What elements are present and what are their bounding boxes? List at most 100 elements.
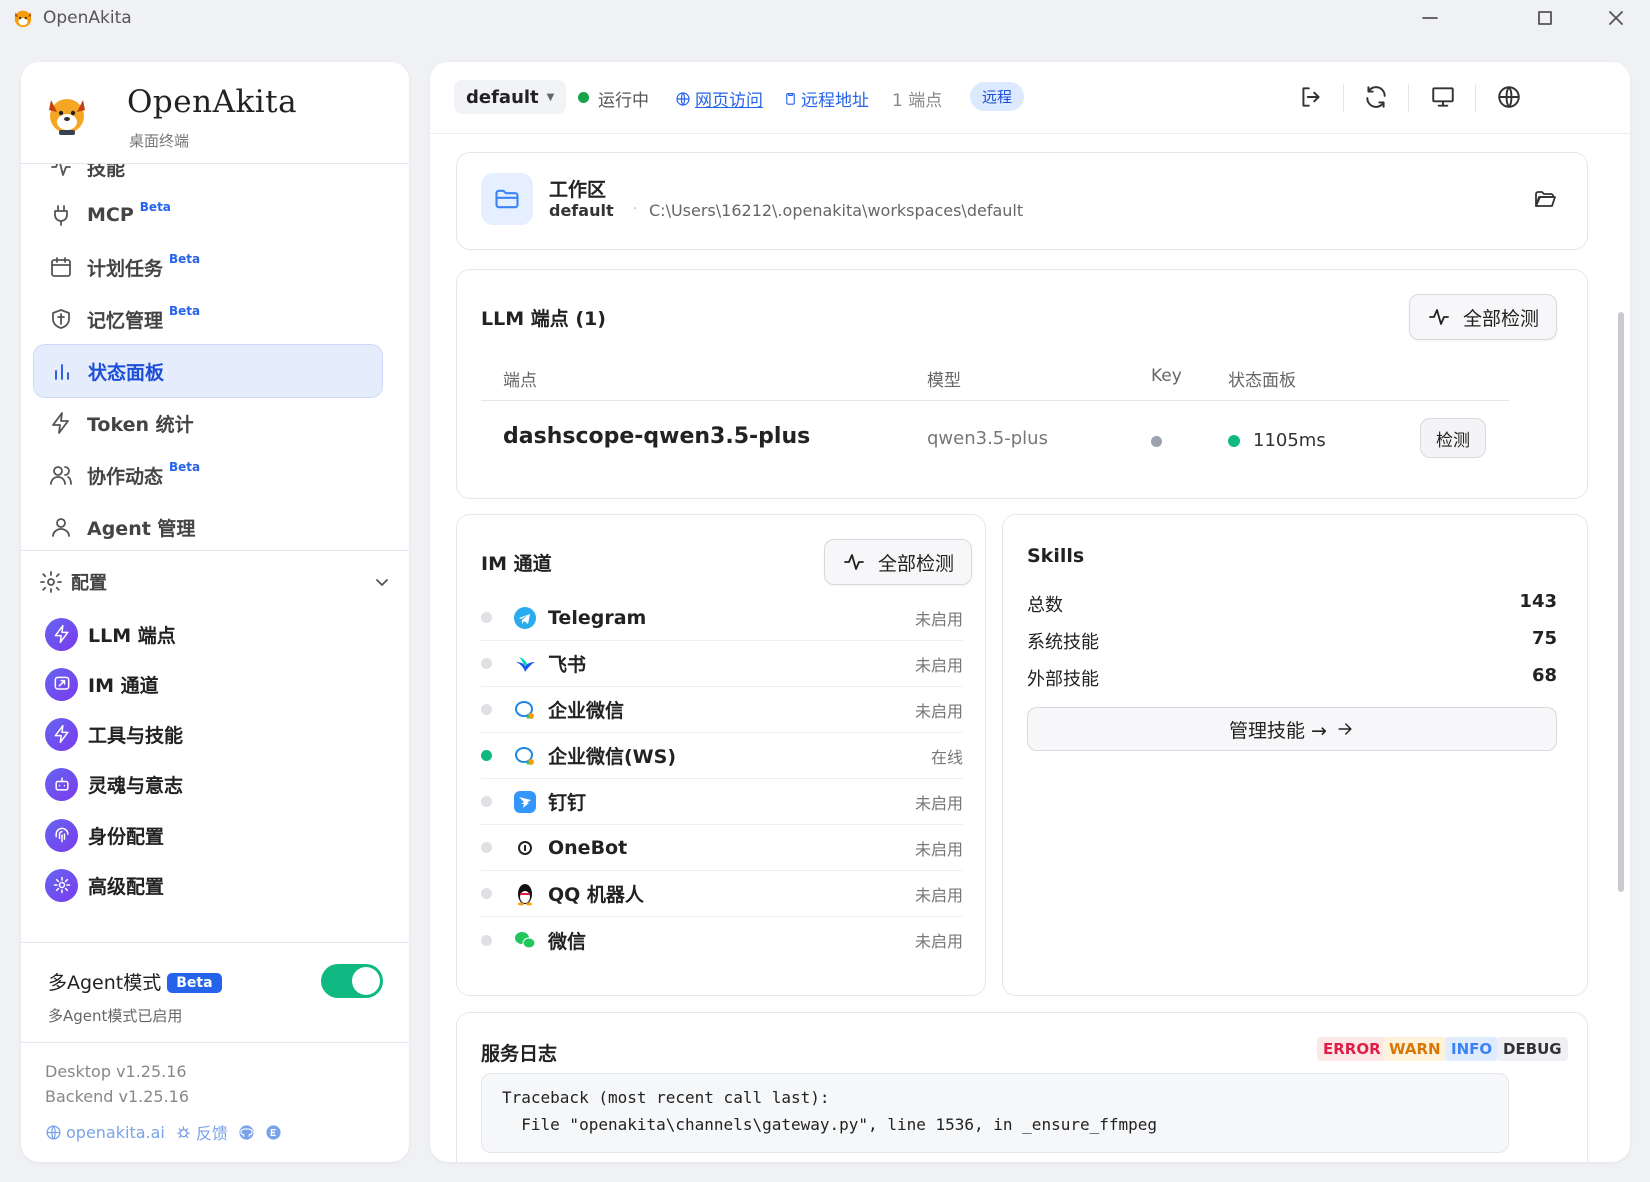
im-channel-row[interactable]: 企业微信 未启用 <box>481 687 963 733</box>
refresh-icon[interactable] <box>1363 84 1389 110</box>
website-link[interactable]: openakita.ai <box>66 1123 165 1142</box>
clipboard-icon <box>786 92 795 105</box>
config-item-label: 灵魂与意志 <box>88 774 184 797</box>
sidebar-item-mcp[interactable]: MCP Beta <box>33 188 383 242</box>
channel-name: QQ 机器人 <box>548 884 644 906</box>
message-icon <box>45 667 78 701</box>
beta-badge: Beta <box>139 200 171 214</box>
brain-shield-icon <box>52 309 70 329</box>
config-header-label: 配置 <box>71 573 107 594</box>
log-level-debug[interactable]: DEBUG <box>1497 1037 1568 1061</box>
globe-icon <box>676 91 690 106</box>
im-channel-row[interactable]: OneBot 未启用 <box>481 825 963 871</box>
e-badge-icon[interactable] <box>265 1124 282 1141</box>
sidebar-item-agent-management[interactable]: Agent 管理 <box>33 500 383 549</box>
log-level-error[interactable]: ERROR <box>1317 1037 1387 1061</box>
skills-stat-value: 75 <box>1531 628 1557 649</box>
separator: · <box>633 201 638 217</box>
sidebar-nav: 技能 MCP Beta 计划任务 Beta 记忆管理 Beta 状态面板 Tok… <box>21 164 409 549</box>
main-scrollbar[interactable] <box>1618 312 1624 892</box>
robot-icon <box>45 767 78 801</box>
config-item-label: 工具与技能 <box>88 724 184 747</box>
endpoint-check-button[interactable]: 检测 <box>1420 418 1486 458</box>
log-level-info[interactable]: INFO <box>1445 1037 1499 1061</box>
config-section-header[interactable]: 配置 <box>39 564 394 600</box>
config-item-advanced[interactable]: 高级配置 <box>45 865 164 905</box>
im-channel-row[interactable]: QQ 机器人 未启用 <box>481 871 963 917</box>
config-item-tools-skills[interactable]: 工具与技能 <box>45 714 183 754</box>
remote-badge: 远程 <box>970 82 1025 111</box>
maximize-icon[interactable] <box>1535 8 1555 28</box>
config-item-label: IM 通道 <box>88 674 159 697</box>
im-check-all-button[interactable]: 全部检测 <box>824 539 972 585</box>
divider <box>21 942 409 943</box>
bug-icon <box>177 1125 190 1138</box>
brand-subtitle: 桌面终端 <box>129 132 190 150</box>
app-logo-icon <box>14 10 32 28</box>
workspace-path: C:\Users\16212\.openakita\workspaces\def… <box>649 201 1024 220</box>
log-output[interactable]: Traceback (most recent call last): File … <box>481 1073 1509 1153</box>
github-icon[interactable] <box>238 1124 255 1141</box>
language-globe-icon[interactable] <box>1496 84 1522 110</box>
monitor-icon[interactable] <box>1430 84 1456 110</box>
column-header-status: 状态面板 <box>1228 371 1296 391</box>
service-logs-card: 服务日志 ERROR WARN INFO DEBUG Traceback (mo… <box>456 1012 1588 1162</box>
config-item-im-channels[interactable]: IM 通道 <box>45 664 159 704</box>
endpoint-name: dashscope-qwen3.5-plus <box>503 424 811 449</box>
channel-status: 未启用 <box>914 839 963 859</box>
llm-check-all-button[interactable]: 全部检测 <box>1409 294 1557 340</box>
im-channel-row[interactable]: 钉钉 未启用 <box>481 779 963 825</box>
endpoint-latency: 1105ms <box>1253 430 1326 451</box>
log-level-warn[interactable]: WARN <box>1383 1037 1447 1061</box>
web-access-link[interactable]: 网页访问 <box>675 86 763 111</box>
sidebar: OpenAkita 桌面终端 技能 MCP Beta 计划任务 Beta 记忆管… <box>21 62 409 1162</box>
config-item-identity[interactable]: 身份配置 <box>45 815 164 855</box>
config-item-soul-will[interactable]: 灵魂与意志 <box>45 764 183 804</box>
minimize-icon[interactable] <box>1420 8 1440 28</box>
endpoints-count: 1 端点 <box>892 91 943 111</box>
sidebar-item-label: 状态面板 <box>88 361 165 384</box>
channel-name: 企业微信(WS) <box>548 746 677 768</box>
channel-status: 在线 <box>930 747 963 767</box>
im-channel-row[interactable]: 企业微信(WS) 在线 <box>481 733 963 779</box>
manage-skills-button[interactable]: 管理技能 → <box>1027 707 1557 751</box>
sidebar-item-scheduled-tasks[interactable]: 计划任务 Beta <box>33 240 383 294</box>
sidebar-item-collaboration[interactable]: 协作动态 Beta <box>33 448 383 502</box>
multi-agent-text: 多Agent模式 <box>48 972 162 994</box>
im-channel-row[interactable]: 飞书 未启用 <box>481 641 963 687</box>
multi-agent-toggle[interactable] <box>321 964 383 998</box>
web-access-label: 网页访问 <box>695 91 763 111</box>
column-header-model: 模型 <box>927 371 961 391</box>
column-header-endpoint: 端点 <box>503 371 537 391</box>
config-item-label: LLM 端点 <box>88 624 176 647</box>
chevron-down-icon[interactable] <box>372 572 392 592</box>
im-channel-row[interactable]: Telegram 未启用 <box>481 595 963 641</box>
channel-status-dot <box>481 934 492 946</box>
remote-address-link[interactable]: 远程地址 <box>783 86 869 111</box>
folder-icon <box>481 173 533 225</box>
im-channel-row[interactable]: 微信 未启用 <box>481 917 963 963</box>
arrow-right-icon <box>1338 723 1352 735</box>
check-all-label: 全部检测 <box>1462 307 1539 330</box>
llm-card-title: LLM 端点 (1) <box>481 308 606 330</box>
logs-card-title: 服务日志 <box>481 1043 558 1065</box>
telegram-icon <box>512 605 538 631</box>
channel-name: Telegram <box>548 606 647 629</box>
close-icon[interactable] <box>1606 8 1626 28</box>
channel-status-dot <box>481 842 492 853</box>
config-item-llm-endpoints[interactable]: LLM 端点 <box>45 614 176 654</box>
sidebar-item-token-stats[interactable]: Token 统计 <box>33 396 383 450</box>
channel-status-dot <box>481 796 492 807</box>
desktop-version: Desktop v1.25.16 <box>45 1062 187 1081</box>
sidebar-item-memory[interactable]: 记忆管理 Beta <box>33 292 383 346</box>
sidebar-item-status-panel[interactable]: 状态面板 <box>33 344 383 398</box>
channel-status: 未启用 <box>914 701 963 721</box>
calendar-icon <box>51 257 71 277</box>
llm-endpoints-card: LLM 端点 (1) 全部检测 端点 模型 Key 状态面板 dashscope… <box>456 269 1588 499</box>
workspace-card: 工作区 default · C:\Users\16212\.openakita\… <box>456 152 1588 250</box>
workspace-select[interactable]: default ▼ <box>454 80 567 114</box>
pulse-icon <box>844 554 864 570</box>
feedback-link[interactable]: 反馈 <box>196 1120 228 1144</box>
logout-icon[interactable] <box>1298 84 1324 110</box>
open-folder-icon[interactable] <box>1533 187 1557 211</box>
